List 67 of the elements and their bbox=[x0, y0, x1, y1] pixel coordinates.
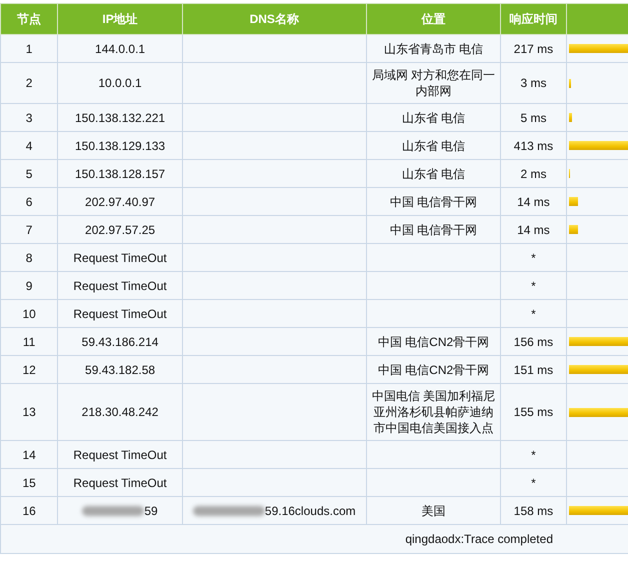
response-time: * bbox=[531, 278, 536, 292]
node-number: 11 bbox=[22, 334, 36, 348]
ip-address: Request TimeOut bbox=[73, 448, 167, 462]
ip-address: Request TimeOut bbox=[73, 306, 167, 320]
node-number: 6 bbox=[26, 194, 32, 208]
ip-address: Request TimeOut bbox=[73, 476, 167, 490]
location-text: 山东省青岛市 电信 bbox=[384, 42, 484, 56]
response-time: 158 ms bbox=[514, 504, 554, 518]
location-text: 山东省 电信 bbox=[402, 110, 466, 124]
response-time: 156 ms bbox=[514, 334, 554, 348]
node-number: 3 bbox=[26, 110, 32, 124]
response-time: 151 ms bbox=[514, 362, 554, 376]
response-time: 2 ms bbox=[520, 166, 546, 180]
column-header: DNS名称 bbox=[250, 12, 299, 26]
ip-address: 202.97.40.97 bbox=[85, 194, 156, 208]
location-text: 中国 电信骨干网 bbox=[390, 194, 478, 208]
node-number: 13 bbox=[22, 405, 36, 419]
location-text: 山东省 电信 bbox=[402, 166, 466, 180]
response-time: 5 ms bbox=[520, 110, 546, 124]
response-time: 155 ms bbox=[514, 405, 554, 419]
ip-address: 218.30.48.242 bbox=[82, 405, 158, 419]
column-header: 响应时间 bbox=[509, 12, 558, 26]
ip-address: 150.138.129.133 bbox=[75, 138, 166, 152]
node-number: 2 bbox=[26, 76, 32, 90]
trace-status: qingdaodx:Trace completed bbox=[405, 532, 553, 546]
ip-address: Request TimeOut bbox=[73, 278, 167, 292]
response-time: * bbox=[531, 250, 536, 264]
node-number: 1 bbox=[26, 42, 32, 56]
ip-address: 59 bbox=[144, 504, 158, 518]
column-header: 节点 bbox=[17, 12, 42, 26]
response-time: 217 ms bbox=[514, 42, 554, 56]
ip-address: 150.138.132.221 bbox=[75, 110, 166, 124]
response-time: * bbox=[531, 476, 536, 490]
node-number: 15 bbox=[22, 476, 36, 490]
location-text: 局域网 对方和您在同一内部网 bbox=[372, 68, 496, 98]
ip-address: Request TimeOut bbox=[73, 250, 167, 264]
ip-address: 59.43.182.58 bbox=[85, 362, 156, 376]
location-text: 中国电信 美国加利福尼亚州洛杉矶县帕萨迪纳市中国电信美国接入点 bbox=[372, 389, 496, 435]
blurred-block bbox=[82, 506, 144, 516]
location-text: 美国 bbox=[422, 504, 446, 518]
node-number: 9 bbox=[26, 278, 32, 292]
node-number: 8 bbox=[26, 250, 32, 264]
location-text: 中国 电信CN2骨干网 bbox=[378, 362, 490, 376]
node-number: 4 bbox=[26, 138, 32, 152]
response-time: * bbox=[531, 448, 536, 462]
response-time: 14 ms bbox=[517, 222, 550, 236]
ip-address: 202.97.57.25 bbox=[85, 222, 156, 236]
ip-address: 144.0.0.1 bbox=[95, 42, 146, 56]
ip-address: 150.138.128.157 bbox=[75, 166, 166, 180]
location-text: 中国 电信CN2骨干网 bbox=[378, 334, 490, 348]
response-time: 14 ms bbox=[517, 194, 550, 208]
column-header: IP地址 bbox=[102, 12, 138, 26]
node-number: 10 bbox=[22, 306, 36, 320]
dns-name: 59.16clouds.com bbox=[264, 504, 356, 518]
node-number: 12 bbox=[22, 362, 36, 376]
ip-address: 59.43.186.214 bbox=[82, 334, 158, 348]
response-time: * bbox=[531, 306, 536, 320]
location-text: 中国 电信骨干网 bbox=[390, 222, 478, 236]
node-number: 14 bbox=[22, 448, 36, 462]
response-time: 413 ms bbox=[514, 138, 554, 152]
ip-address: 10.0.0.1 bbox=[98, 76, 142, 90]
location-text: 山东省 电信 bbox=[402, 138, 466, 152]
response-time: 3 ms bbox=[520, 76, 546, 90]
node-number: 7 bbox=[26, 222, 32, 236]
node-number: 5 bbox=[26, 166, 32, 180]
node-number: 16 bbox=[22, 504, 36, 518]
column-header: 位置 bbox=[422, 12, 446, 26]
